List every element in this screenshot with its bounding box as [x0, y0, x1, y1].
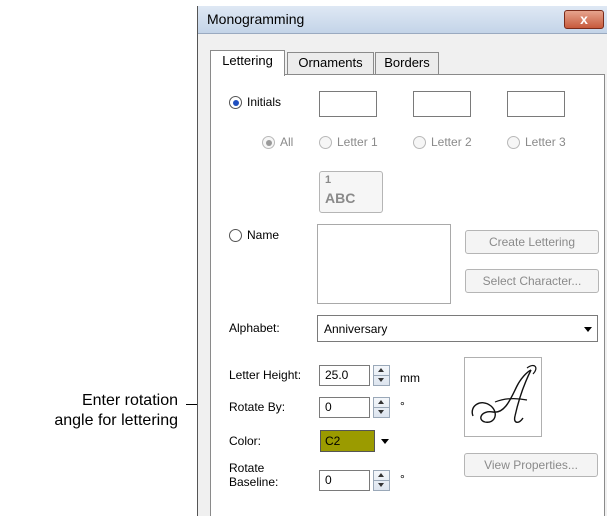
rotate-by-label: Rotate By: [229, 400, 286, 414]
initials-radio[interactable] [229, 96, 242, 109]
arrow-down-icon [378, 483, 384, 487]
scope-letter1-radio[interactable] [319, 136, 332, 149]
spin-up-button[interactable] [374, 398, 389, 408]
arrow-up-icon [378, 368, 384, 372]
initials-layout-preview[interactable]: 1 ABC [319, 171, 383, 213]
select-character-button[interactable]: Select Character... [465, 269, 599, 293]
color-label: Color: [229, 434, 262, 448]
letter-height-label: Letter Height: [229, 368, 302, 382]
letter-height-unit: mm [400, 371, 420, 385]
scope-letter1-label: Letter 1 [337, 135, 378, 149]
spin-up-button[interactable] [374, 471, 389, 481]
monogramming-dialog: Monogramming x Lettering Ornaments Borde… [197, 6, 607, 516]
scope-letter2-radio[interactable] [413, 136, 426, 149]
title-bar[interactable]: Monogramming x [198, 6, 607, 34]
letter-height-input[interactable]: 25.0 [319, 365, 370, 386]
rotate-by-spinner[interactable] [373, 397, 390, 418]
letter-height-spinner[interactable] [373, 365, 390, 386]
preview-text: ABC [325, 190, 356, 206]
create-lettering-button[interactable]: Create Lettering [465, 230, 599, 254]
scope-all-radio[interactable] [262, 136, 275, 149]
spin-down-button[interactable] [374, 481, 389, 490]
window-title: Monogramming [207, 11, 305, 27]
chevron-down-icon [584, 327, 592, 332]
alphabet-value: Anniversary [324, 322, 388, 336]
tab-ornaments[interactable]: Ornaments [287, 52, 374, 74]
script-letter-icon [471, 364, 537, 423]
rotate-baseline-spinner[interactable] [373, 470, 390, 491]
scope-letter3-radio[interactable] [507, 136, 520, 149]
callout-label: Enter rotation angle for lettering [8, 391, 178, 431]
callout-line-1: Enter rotation [81, 392, 178, 409]
rotate-by-unit: ° [400, 399, 405, 413]
preview-number: 1 [325, 174, 332, 186]
view-properties-button[interactable]: View Properties... [464, 453, 598, 477]
arrow-down-icon [378, 378, 384, 382]
rotate-by-input[interactable]: 0 [319, 397, 370, 418]
alphabet-label: Alphabet: [229, 321, 280, 335]
rotate-baseline-label-2: Baseline: [229, 475, 279, 489]
close-icon: x [580, 11, 588, 27]
initial-3-input[interactable] [507, 91, 565, 117]
arrow-down-icon [378, 410, 384, 414]
tab-borders[interactable]: Borders [375, 52, 439, 74]
color-swatch[interactable]: C2 [320, 430, 375, 452]
rotate-baseline-label-1: Rotate [229, 461, 265, 475]
name-label: Name [247, 228, 280, 242]
spin-down-button[interactable] [374, 376, 389, 385]
initials-label: Initials [247, 95, 282, 109]
name-textarea[interactable] [317, 224, 451, 304]
initial-1-input[interactable] [319, 91, 377, 117]
rotate-baseline-input[interactable]: 0 [319, 470, 370, 491]
close-button[interactable]: x [564, 10, 604, 29]
arrow-up-icon [378, 400, 384, 404]
scope-letter3-label: Letter 3 [525, 135, 566, 149]
rotate-baseline-unit: ° [400, 472, 405, 486]
spin-up-button[interactable] [374, 366, 389, 376]
scope-letter2-label: Letter 2 [431, 135, 472, 149]
alphabet-select[interactable]: Anniversary [317, 315, 598, 342]
arrow-up-icon [378, 473, 384, 477]
name-radio[interactable] [229, 229, 242, 242]
initial-2-input[interactable] [413, 91, 471, 117]
lettering-sample-preview: 𝒜 [464, 357, 542, 437]
tab-lettering[interactable]: Lettering [210, 50, 285, 76]
scope-all-label: All [280, 135, 294, 149]
color-dropdown-chevron-down-icon[interactable] [381, 439, 389, 444]
spin-down-button[interactable] [374, 408, 389, 417]
callout-line-2: angle for lettering [54, 412, 178, 429]
